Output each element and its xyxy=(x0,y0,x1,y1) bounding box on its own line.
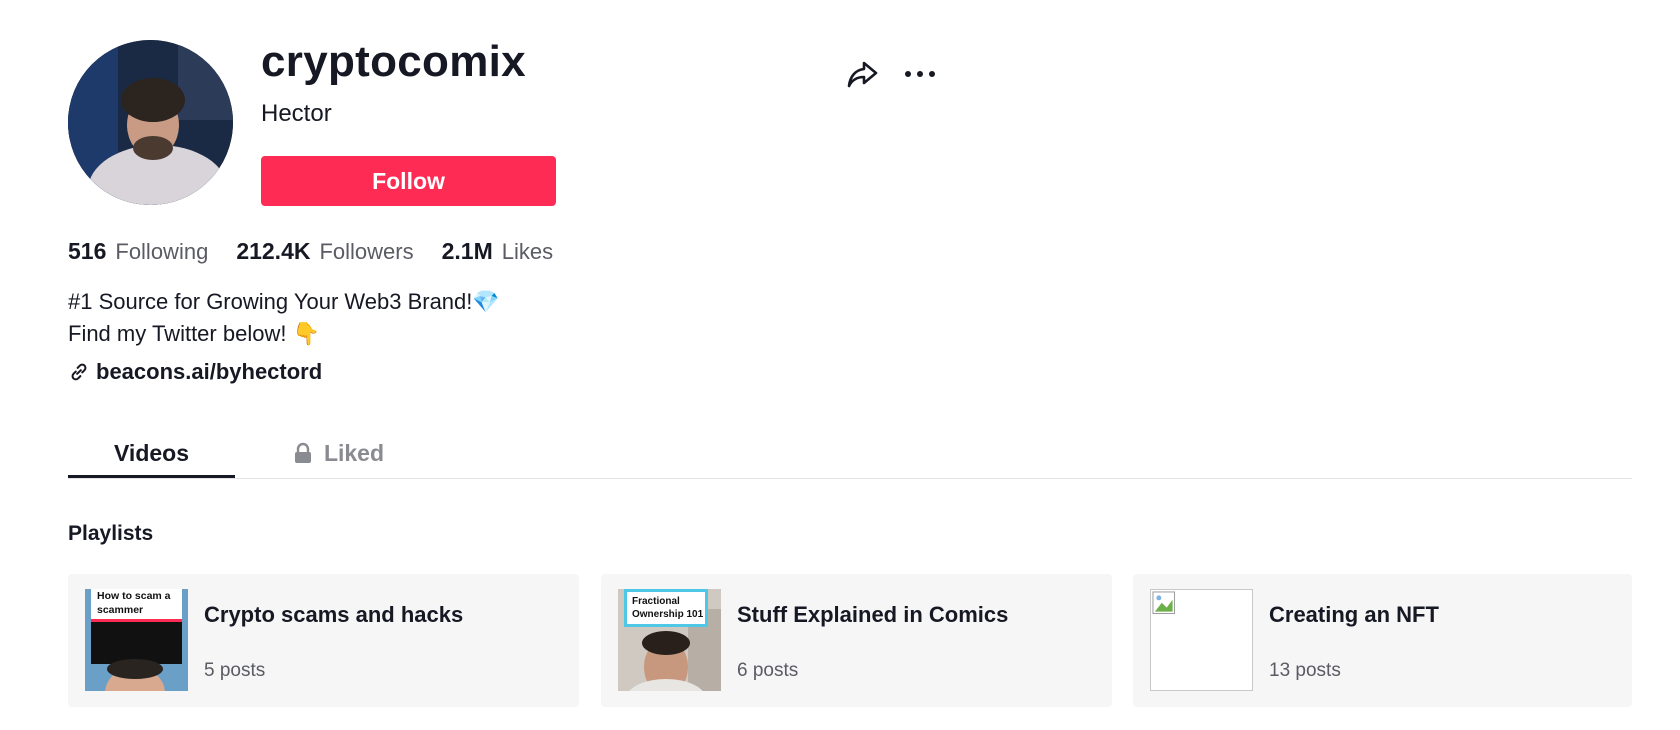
playlist-card[interactable]: Fractional Ownership 101 Stuff Explained… xyxy=(601,574,1112,707)
stat-followers[interactable]: 212.4K Followers xyxy=(236,238,413,265)
followers-count: 212.4K xyxy=(236,238,311,264)
playlist-post-count: 13 posts xyxy=(1269,660,1341,681)
share-icon xyxy=(847,61,878,88)
bio: #1 Source for Growing Your Web3 Brand!💎 … xyxy=(68,286,500,350)
following-label: Following xyxy=(115,239,209,264)
likes-label: Likes xyxy=(501,239,554,264)
profile-stats: 516 Following 212.4K Followers 2.1M Like… xyxy=(68,238,581,265)
avatar-photo xyxy=(68,40,233,205)
tab-videos-label: Videos xyxy=(114,439,189,466)
thumbnail-caption: How to scam a scammer xyxy=(97,590,171,616)
link-icon xyxy=(71,363,87,381)
more-options-button[interactable] xyxy=(900,54,940,94)
broken-image-icon xyxy=(1152,591,1176,615)
followers-label: Followers xyxy=(319,239,414,264)
nickname: Hector xyxy=(261,100,332,127)
stat-following[interactable]: 516 Following xyxy=(68,238,208,265)
profile-tabs: Videos Liked xyxy=(68,430,1632,479)
tab-videos[interactable]: Videos xyxy=(68,430,235,476)
playlist-title: Creating an NFT xyxy=(1269,602,1439,627)
share-button[interactable] xyxy=(842,54,882,94)
more-icon xyxy=(905,71,935,77)
bio-link[interactable]: beacons.ai/byhectord xyxy=(68,359,322,385)
tab-liked[interactable]: Liked xyxy=(268,430,408,476)
playlist-thumbnail: How to scam a scammer xyxy=(85,589,188,691)
username: cryptocomix xyxy=(261,37,526,86)
thumbnail-caption: Fractional Ownership 101 xyxy=(632,596,704,620)
playlist-post-count: 6 posts xyxy=(737,660,799,681)
playlist-thumbnail xyxy=(1150,589,1253,691)
bio-link-text: beacons.ai/byhectord xyxy=(96,359,323,384)
stat-likes: 2.1M Likes xyxy=(442,238,554,265)
playlist-card[interactable]: Creating an NFT 13 posts xyxy=(1133,574,1632,707)
playlist-title: Crypto scams and hacks xyxy=(204,602,464,627)
follow-button[interactable]: Follow xyxy=(261,156,556,206)
bio-line-1: #1 Source for Growing Your Web3 Brand!💎 xyxy=(68,289,500,314)
lock-icon xyxy=(294,442,311,463)
tab-liked-label: Liked xyxy=(323,439,385,466)
likes-count: 2.1M xyxy=(441,238,493,264)
following-count: 516 xyxy=(68,238,107,264)
playlist-card[interactable]: How to scam a scammer Crypto scams and h… xyxy=(68,574,579,707)
playlist-thumbnail: Fractional Ownership 101 xyxy=(618,589,721,691)
playlist-title: Stuff Explained in Comics xyxy=(737,602,1009,627)
active-tab-indicator xyxy=(68,475,235,478)
profile-page: cryptocomix Hector Follow 516 Following … xyxy=(0,0,1680,730)
avatar[interactable] xyxy=(68,40,233,205)
playlists-heading: Playlists xyxy=(68,522,154,545)
playlist-post-count: 5 posts xyxy=(204,660,266,681)
bio-line-2: Find my Twitter below! 👇 xyxy=(68,321,320,346)
